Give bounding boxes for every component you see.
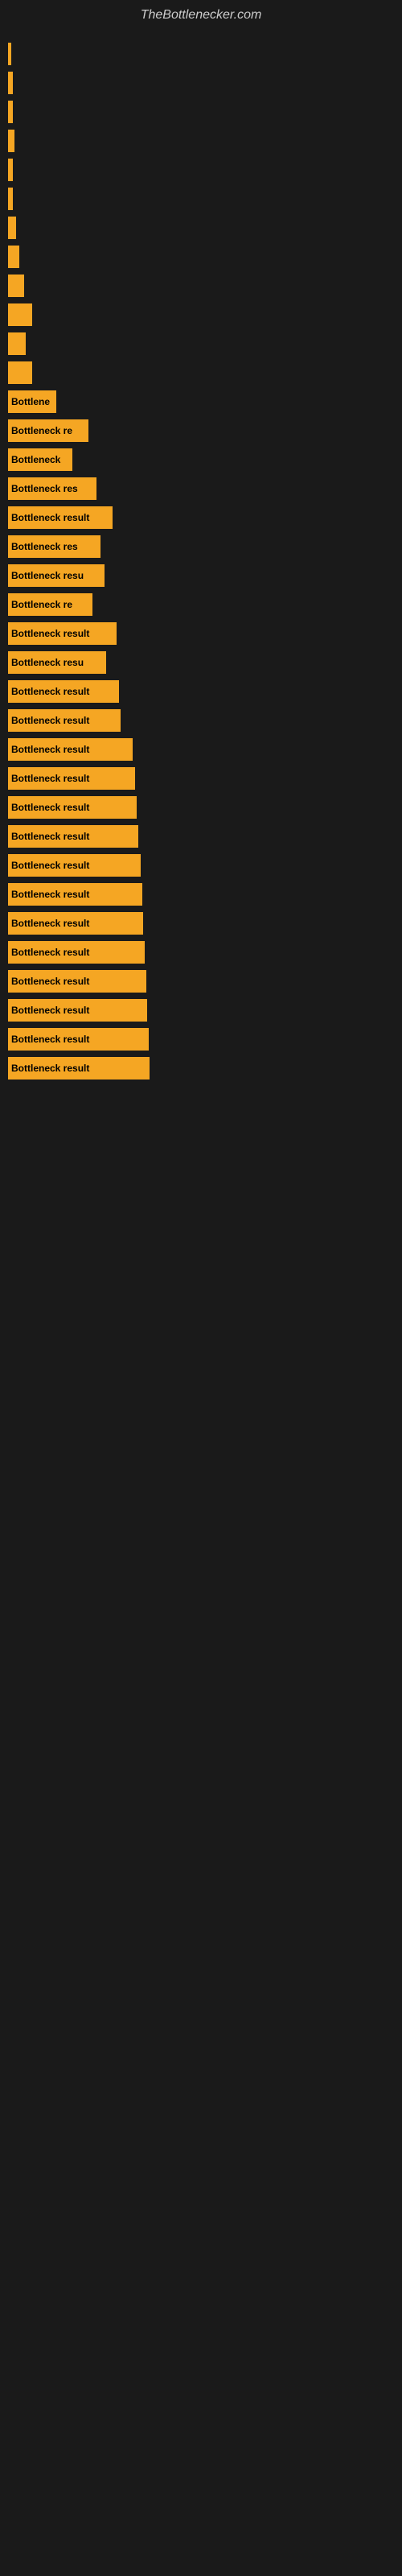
bar-row: Bottleneck resu (8, 651, 394, 674)
bar-row: Bottleneck result (8, 999, 394, 1022)
bar-row: Bottleneck result (8, 622, 394, 645)
result-bar: Bottleneck (8, 448, 72, 471)
result-bar (8, 188, 13, 210)
result-bar: Bottleneck resu (8, 564, 105, 587)
bar-row: Bottleneck (8, 448, 394, 471)
bars-container: Bottlene Bottleneck re Bottleneck Bottlenec… (0, 27, 402, 1102)
bar-row: Bottleneck result (8, 941, 394, 964)
bar-row: Bottleneck result (8, 796, 394, 819)
result-bar (8, 159, 13, 181)
bar-row (8, 217, 394, 239)
bar-row: Bottleneck result (8, 506, 394, 529)
bar-row (8, 303, 394, 326)
result-bar (8, 275, 24, 297)
result-bar (8, 43, 11, 65)
result-bar: Bottleneck result (8, 970, 146, 993)
result-bar: Bottleneck result (8, 506, 113, 529)
bar-row (8, 130, 394, 152)
bar-row: Bottleneck result (8, 825, 394, 848)
result-bar: Bottleneck result (8, 825, 138, 848)
bar-row: Bottleneck result (8, 767, 394, 790)
result-bar: Bottleneck resu (8, 651, 106, 674)
result-bar: Bottleneck result (8, 796, 137, 819)
bar-row (8, 43, 394, 65)
result-bar (8, 217, 16, 239)
result-bar: Bottleneck re (8, 419, 88, 442)
bar-row: Bottleneck resu (8, 564, 394, 587)
bar-row: Bottleneck result (8, 1028, 394, 1051)
result-bar: Bottleneck res (8, 477, 96, 500)
result-bar (8, 246, 19, 268)
bar-row: Bottleneck re (8, 419, 394, 442)
bar-row (8, 361, 394, 384)
bar-row (8, 275, 394, 297)
result-bar (8, 303, 32, 326)
bar-row: Bottleneck result (8, 709, 394, 732)
bar-row (8, 72, 394, 94)
result-bar: Bottleneck result (8, 854, 141, 877)
result-bar: Bottleneck result (8, 622, 117, 645)
site-title: TheBottlenecker.com (0, 0, 402, 27)
result-bar: Bottleneck result (8, 912, 143, 935)
result-bar: Bottleneck result (8, 941, 145, 964)
bar-row (8, 159, 394, 181)
bar-row: Bottlene (8, 390, 394, 413)
result-bar (8, 332, 26, 355)
bar-row (8, 188, 394, 210)
result-bar: Bottleneck res (8, 535, 100, 558)
bar-row: Bottleneck res (8, 477, 394, 500)
result-bar: Bottlene (8, 390, 56, 413)
bar-row (8, 246, 394, 268)
bar-row: Bottleneck result (8, 680, 394, 703)
bar-row: Bottleneck result (8, 912, 394, 935)
result-bar: Bottleneck result (8, 680, 119, 703)
result-bar: Bottleneck result (8, 1028, 149, 1051)
result-bar (8, 101, 13, 123)
result-bar (8, 130, 14, 152)
bar-row: Bottleneck result (8, 970, 394, 993)
bar-row: Bottleneck result (8, 883, 394, 906)
bar-row: Bottleneck res (8, 535, 394, 558)
result-bar: Bottleneck result (8, 883, 142, 906)
result-bar: Bottleneck result (8, 999, 147, 1022)
result-bar (8, 361, 32, 384)
bar-row (8, 332, 394, 355)
result-bar: Bottleneck re (8, 593, 92, 616)
bar-row: Bottleneck result (8, 854, 394, 877)
result-bar: Bottleneck result (8, 738, 133, 761)
result-bar (8, 72, 13, 94)
bar-row: Bottleneck result (8, 1057, 394, 1080)
bar-row: Bottleneck result (8, 738, 394, 761)
result-bar: Bottleneck result (8, 709, 121, 732)
bar-row: Bottleneck re (8, 593, 394, 616)
result-bar: Bottleneck result (8, 1057, 150, 1080)
bar-row (8, 101, 394, 123)
result-bar: Bottleneck result (8, 767, 135, 790)
